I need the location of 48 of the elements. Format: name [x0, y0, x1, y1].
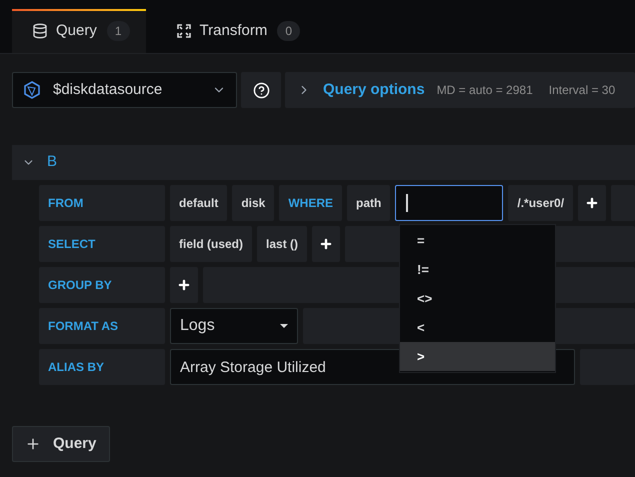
tab-count: 1 — [106, 21, 130, 41]
tab[interactable]: Query 1 — [12, 9, 146, 53]
format-select[interactable]: Logs — [170, 308, 298, 344]
text-cursor — [406, 194, 408, 212]
plus-icon — [177, 278, 191, 292]
plus-icon — [585, 196, 600, 210]
segment-input-field[interactable] — [395, 185, 504, 221]
query-options-bar[interactable]: Query options MD = auto = 2981 Interval = 30 — [285, 72, 635, 108]
tab-label: Query — [56, 20, 97, 41]
query-header[interactable]: B — [12, 145, 635, 180]
add-query-button[interactable]: Query — [12, 426, 110, 462]
tab-label: Transform — [200, 20, 268, 41]
plus-icon — [25, 436, 41, 452]
query-options-label: Query options — [323, 80, 425, 100]
help-icon — [252, 82, 270, 98]
row-label: ALIAS BY — [39, 349, 165, 385]
menu-item[interactable]: = — [400, 226, 555, 255]
row-label: SELECT — [39, 226, 165, 262]
caret-icon — [280, 324, 288, 328]
query-option-info: MD = auto = 2981 — [436, 82, 533, 99]
tab-count: 0 — [277, 21, 300, 41]
query-segment[interactable]: disk — [232, 185, 274, 221]
query-segment[interactable]: last () — [257, 226, 308, 262]
query-segment[interactable]: default — [170, 185, 228, 221]
query-segment[interactable]: /.*user0/ — [508, 185, 574, 221]
query-segment[interactable]: field (used) — [170, 226, 252, 262]
menu-item[interactable]: > — [400, 342, 555, 371]
help-button[interactable] — [241, 72, 281, 108]
query-name: B — [47, 152, 58, 172]
add-segment-button[interactable] — [170, 267, 198, 303]
add-segment-button[interactable] — [578, 185, 606, 221]
row-label: GROUP BY — [39, 267, 165, 303]
menu-item[interactable]: < — [400, 313, 555, 342]
add-segment-button[interactable] — [312, 226, 340, 262]
query-segment[interactable]: path — [347, 185, 390, 221]
row-label: FROM — [39, 185, 165, 221]
menu-item[interactable]: != — [400, 255, 555, 284]
datasource-select[interactable]: $diskdatasource — [12, 72, 237, 108]
tab[interactable]: Transform 0 — [156, 9, 316, 53]
plus-icon — [319, 237, 334, 251]
datasource-name: $diskdatasource — [53, 80, 164, 100]
menu-item[interactable]: <> — [400, 284, 555, 313]
row-label: FORMAT AS — [39, 308, 165, 344]
query-option-info: Interval = 30 — [548, 82, 616, 99]
transform-icon — [176, 23, 192, 39]
database-icon — [32, 23, 48, 39]
datasource-icon — [23, 81, 41, 99]
query-keyword: WHERE — [279, 185, 342, 221]
